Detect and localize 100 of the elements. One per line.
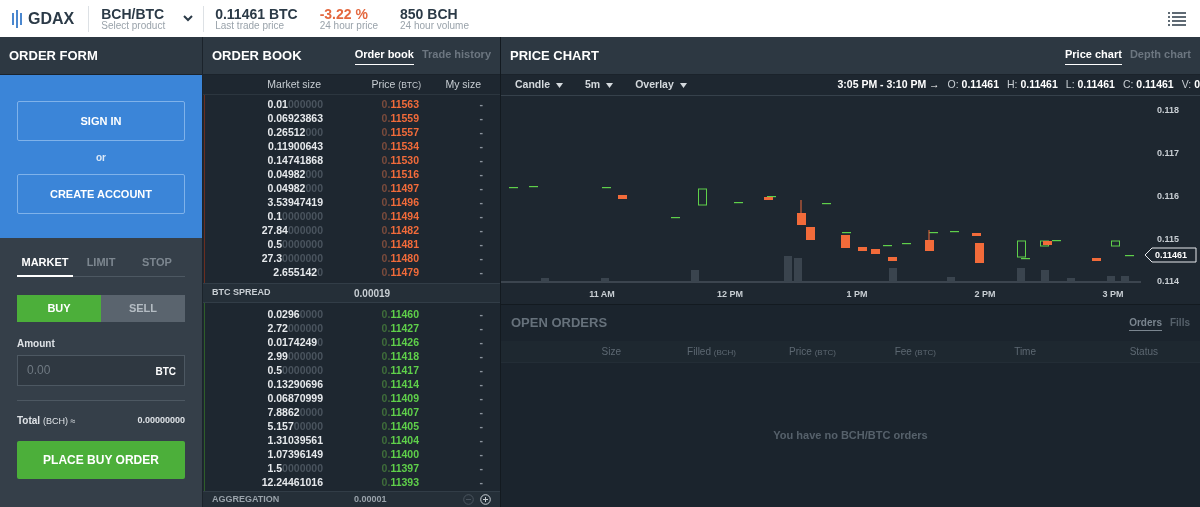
market-size: 3.53947419: [266, 196, 323, 208]
sign-in-button[interactable]: SIGN IN: [17, 101, 185, 141]
order-price: 0.11397: [380, 462, 420, 474]
spread-value: 0.00019: [354, 286, 391, 301]
candle: [925, 240, 934, 251]
stat-label: 24 hour price: [319, 20, 379, 31]
caret-icon: [679, 82, 687, 88]
amount-unit: BTC: [155, 364, 176, 379]
market-size: 2.6551420: [272, 266, 323, 278]
y-axis-label: 0.118: [1157, 105, 1180, 115]
candle: [975, 243, 984, 263]
menu-icon[interactable]: [1168, 11, 1186, 26]
caret-icon: [556, 82, 563, 88]
volume-bar: [947, 277, 955, 282]
panel-title: PRICE CHART: [510, 46, 599, 65]
my-size: -: [478, 336, 483, 348]
orders-tab[interactable]: Orders: [1129, 315, 1162, 331]
x-axis-label: 1 PM: [846, 289, 868, 299]
my-size: -: [478, 266, 483, 278]
order-price: 0.11497: [380, 182, 420, 194]
my-size: -: [478, 238, 483, 250]
column-header: Size: [600, 345, 621, 359]
y-axis-label: 0.114: [1157, 276, 1180, 286]
order-price: 0.11482: [380, 224, 420, 236]
chart-dropdown[interactable]: 5m: [585, 77, 614, 93]
or-text: or: [96, 151, 106, 165]
panel-tab[interactable]: Order book: [354, 46, 414, 65]
product-selector[interactable]: BCH/BTC Select product: [89, 5, 205, 32]
candle-wick: [800, 199, 802, 214]
order-price: 0.11393: [380, 476, 420, 488]
order-price: 0.11414: [380, 378, 420, 390]
order-price: 0.11534: [380, 140, 420, 152]
x-axis-label: 11 AM: [589, 289, 615, 299]
column-header: Price (BTC): [370, 76, 421, 92]
volume-bar: [1041, 270, 1049, 282]
my-size: -: [478, 182, 483, 194]
y-axis-label: 0.117: [1157, 148, 1180, 158]
market-size: 2.99000000: [266, 350, 323, 362]
my-size: -: [478, 308, 483, 320]
chevron-down-icon: [183, 15, 194, 22]
time-range: 3:05 PM - 3:10 PM →: [837, 77, 940, 93]
candle: [1092, 258, 1101, 261]
plus-icon[interactable]: [480, 494, 491, 505]
candle: [972, 233, 981, 236]
candle: [858, 247, 867, 251]
last-price-marker: 0.11461: [1144, 247, 1197, 263]
my-size: -: [478, 364, 483, 376]
order-price: 0.11494: [380, 210, 420, 222]
order-price: 0.11460: [380, 308, 420, 320]
chart-dropdown[interactable]: Candle: [515, 77, 563, 93]
panel-tab[interactable]: Trade history: [421, 46, 491, 65]
market-size: 0.11900643: [267, 140, 323, 152]
panel-title: ORDER FORM: [9, 46, 98, 65]
market-size: 0.50000000: [266, 364, 323, 376]
order-type-tab[interactable]: LIMIT: [73, 254, 129, 277]
side-toggle[interactable]: SELL: [101, 294, 185, 322]
ohlc-value: L: 0.11461: [1065, 77, 1115, 93]
volume-bar: [1121, 276, 1129, 282]
volume-bar: [1017, 268, 1025, 282]
candle: [698, 188, 707, 206]
ohlc-value: O: 0.11461: [947, 77, 999, 93]
my-size: -: [478, 378, 483, 390]
chart-dropdown[interactable]: Overlay: [635, 77, 687, 93]
my-size: -: [478, 406, 483, 418]
orders-tab[interactable]: Fills: [1170, 315, 1190, 331]
place-order-button[interactable]: PLACE BUY ORDER: [17, 441, 185, 479]
side-toggle[interactable]: BUY: [17, 294, 101, 322]
column-header: My size: [444, 76, 481, 92]
order-price: 0.11418: [380, 350, 420, 362]
order-type-tab[interactable]: MARKET: [17, 254, 73, 277]
volume-bar: [889, 268, 897, 282]
candle: [806, 227, 815, 240]
column-header: Market size: [266, 76, 321, 92]
market-size: 1.31039561: [266, 434, 323, 446]
stat-value: 850 BCH: [400, 6, 458, 21]
panel-title: ORDER BOOK: [212, 46, 302, 65]
volume-bar: [1107, 276, 1115, 282]
my-size: -: [478, 476, 483, 488]
my-size: -: [478, 98, 483, 110]
amount-label: Amount: [17, 336, 56, 351]
order-price: 0.11530: [380, 154, 420, 166]
market-size: 0.13290696: [266, 378, 323, 390]
order-price: 0.11480: [380, 252, 420, 264]
order-type-tab[interactable]: STOP: [129, 254, 185, 277]
market-size: 5.15700000: [266, 420, 323, 432]
empty-message: You have no BCH/BTC orders: [773, 427, 928, 443]
spread-label: BTC SPREAD: [212, 286, 272, 300]
my-size: -: [478, 462, 483, 474]
stat-value: 0.11461 BTC: [215, 6, 298, 21]
total-label: Total (BCH) ≈: [17, 413, 76, 428]
my-size: -: [478, 140, 483, 152]
panel-tab[interactable]: Depth chart: [1129, 46, 1191, 65]
my-size: -: [478, 126, 483, 138]
order-price: 0.11409: [380, 392, 420, 404]
candle: [618, 195, 627, 199]
market-size: 27.30000000: [260, 252, 323, 264]
order-price: 0.11496: [380, 196, 420, 208]
create-account-button[interactable]: CREATE ACCOUNT: [17, 174, 185, 214]
panel-tab[interactable]: Price chart: [1065, 46, 1122, 65]
stat-label: 24 hour volume: [400, 20, 469, 31]
